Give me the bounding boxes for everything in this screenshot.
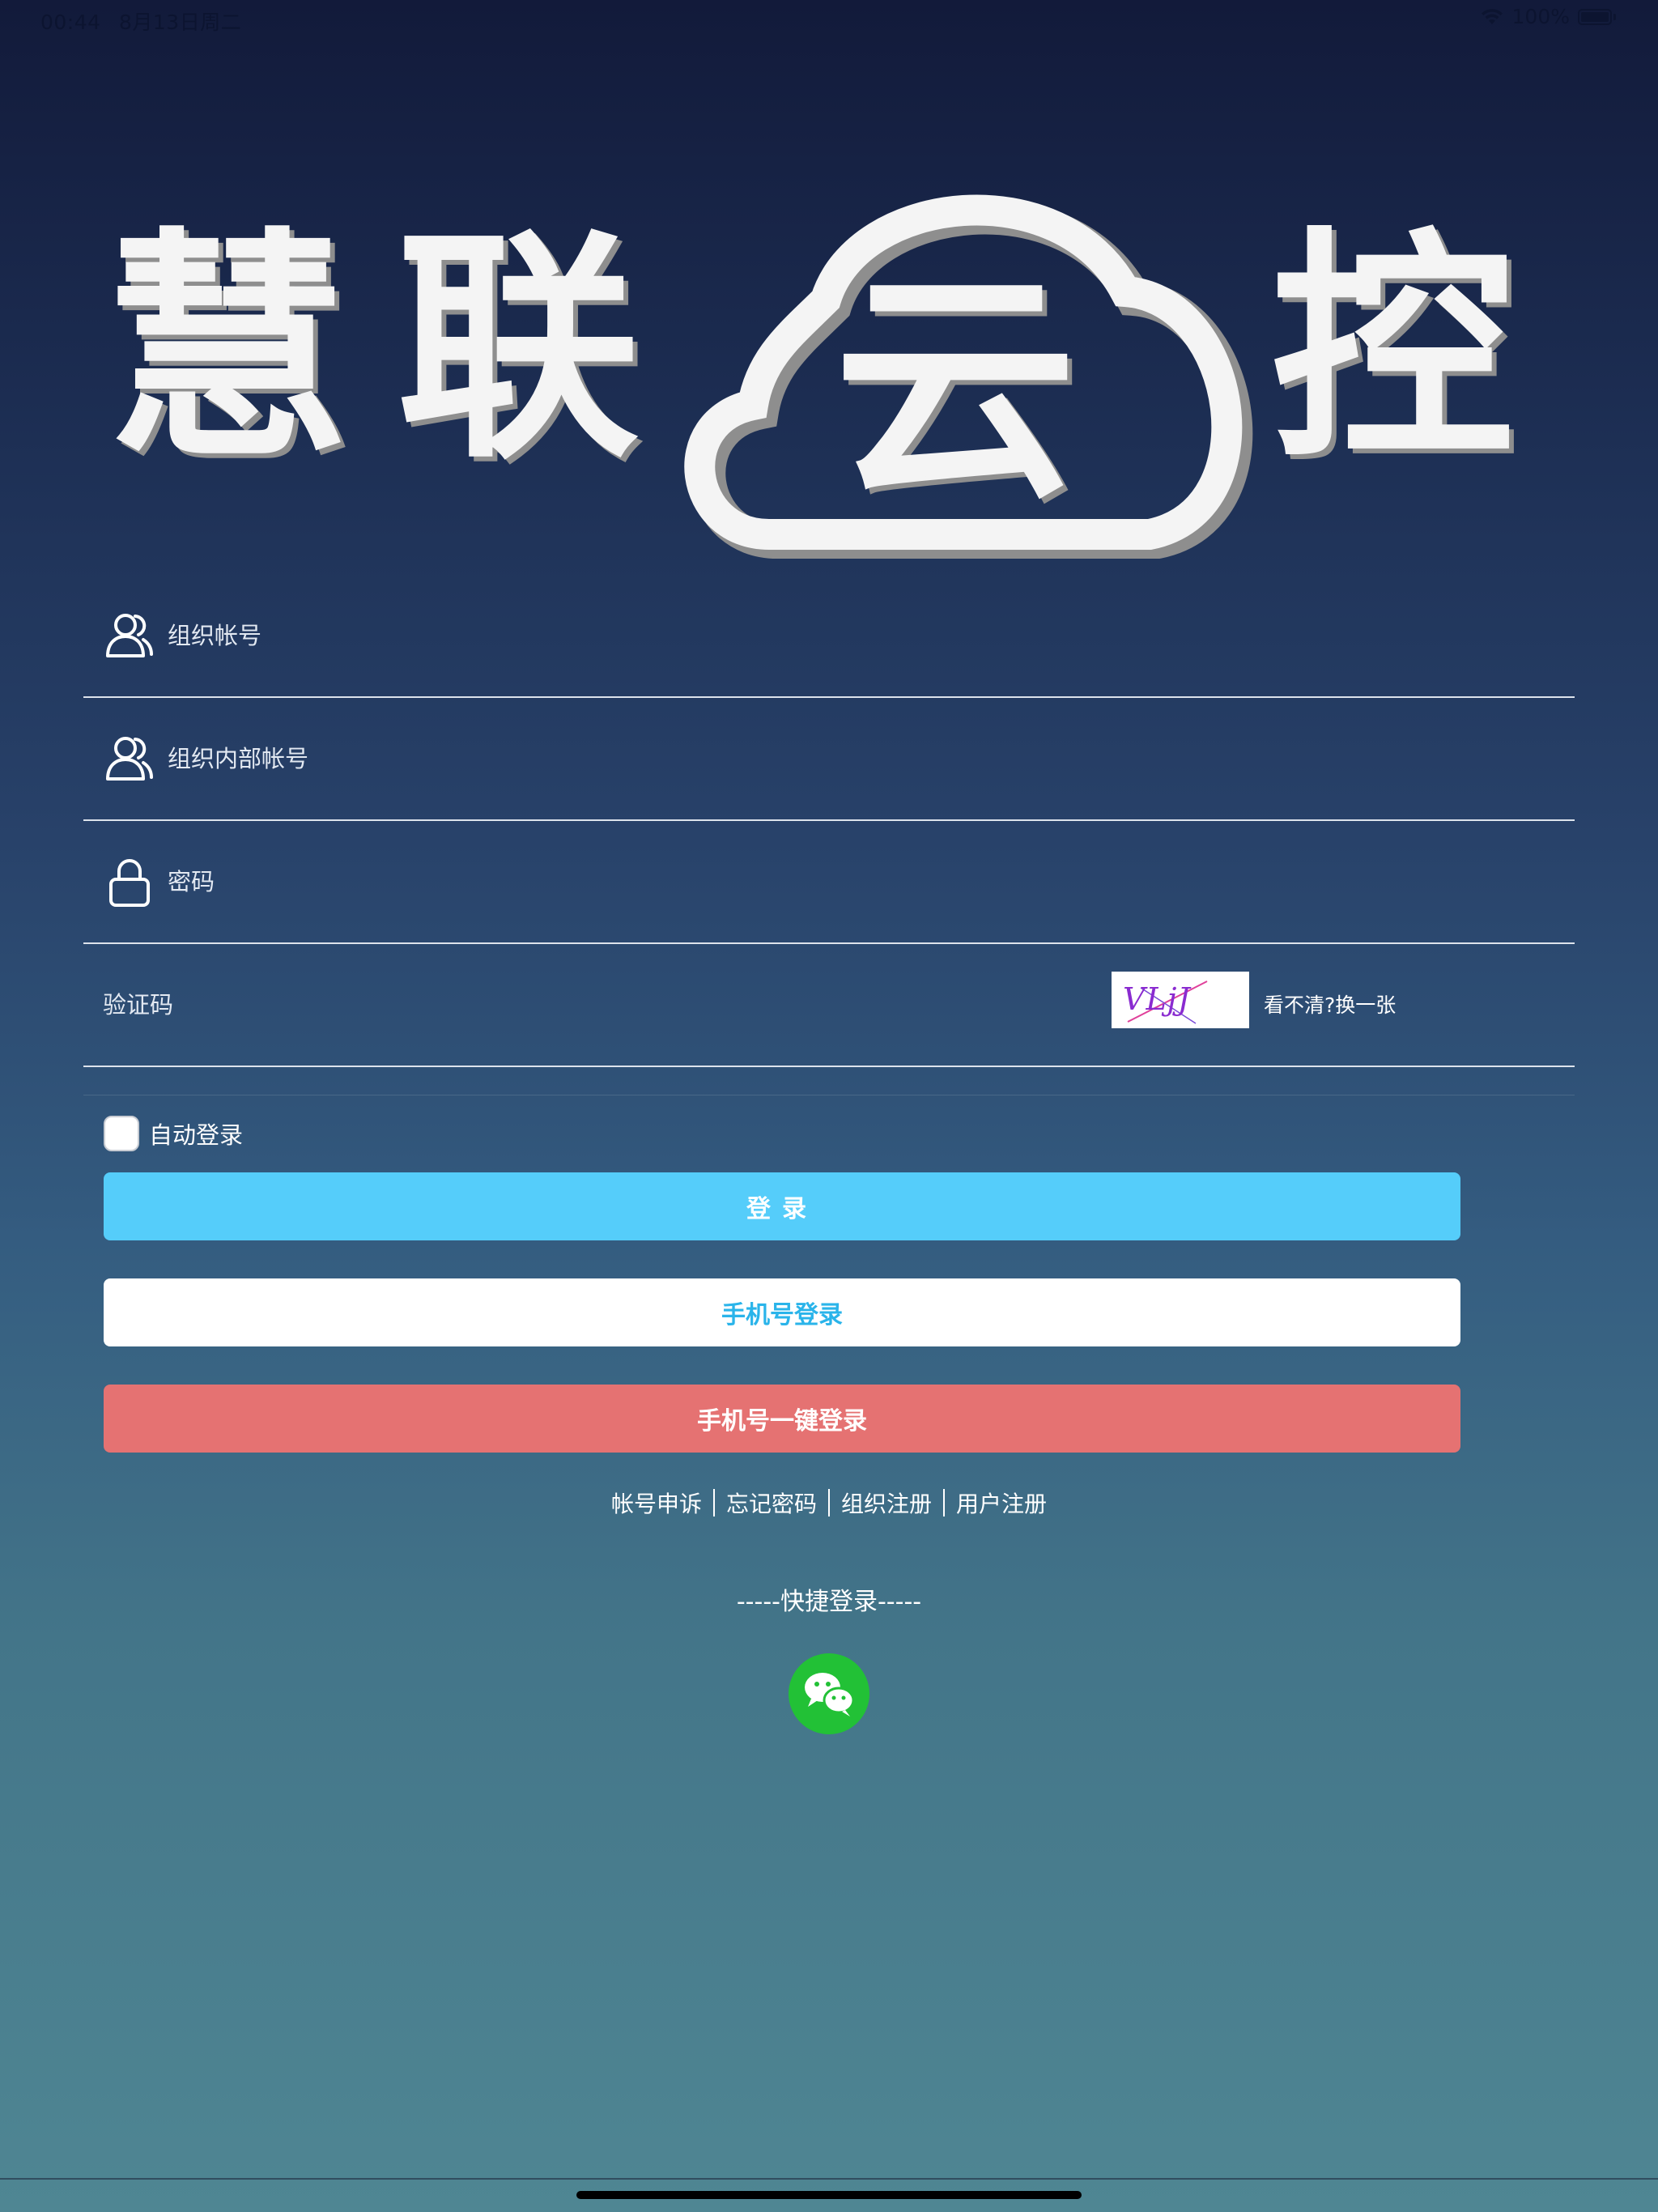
auto-login-row: 自动登录 bbox=[104, 1116, 243, 1151]
refresh-captcha-link[interactable]: 看不清?换一张 bbox=[1264, 989, 1396, 1019]
logo-char-1: 慧 bbox=[105, 205, 348, 491]
status-indicators: 100% bbox=[1480, 5, 1616, 28]
status-bar: 00:44 8月13日周二 100% bbox=[0, 0, 1658, 39]
password-input[interactable] bbox=[168, 857, 1503, 906]
forgot-password-link[interactable]: 忘记密码 bbox=[715, 1487, 828, 1519]
logo-char-2: 联 bbox=[397, 205, 640, 491]
status-time-date: 00:44 8月13日周二 bbox=[40, 6, 241, 36]
captcha-field: VLjJ 看不清?换一张 bbox=[83, 944, 1575, 1067]
user-group-icon bbox=[106, 614, 153, 657]
org-account-field bbox=[83, 575, 1575, 698]
auto-login-checkbox[interactable] bbox=[104, 1116, 139, 1151]
quick-login-title: -----快捷登录----- bbox=[736, 1588, 922, 1616]
battery-tip bbox=[1613, 13, 1616, 20]
org-register-link[interactable]: 组织注册 bbox=[830, 1487, 943, 1519]
user-register-link[interactable]: 用户注册 bbox=[945, 1487, 1058, 1519]
org-account-input[interactable] bbox=[168, 611, 1503, 660]
logo-char-4: 控 bbox=[1271, 205, 1514, 491]
one-key-login-button[interactable]: 手机号一键登录 bbox=[104, 1385, 1460, 1453]
captcha-input[interactable] bbox=[103, 981, 1099, 1029]
captcha-code: VLjJ bbox=[1123, 981, 1191, 1017]
auto-login-label: 自动登录 bbox=[149, 1121, 244, 1149]
password-field bbox=[83, 821, 1575, 944]
captcha-image[interactable]: VLjJ bbox=[1112, 972, 1249, 1028]
app-logo: 慧 联 云 控 bbox=[105, 178, 1562, 559]
status-date: 8月13日周二 bbox=[119, 11, 242, 34]
login-button[interactable]: 登录 bbox=[104, 1172, 1460, 1240]
internal-account-field bbox=[83, 698, 1575, 821]
home-indicator[interactable] bbox=[576, 2191, 1082, 2199]
logo-char-3: 云 bbox=[834, 245, 1077, 531]
wifi-icon bbox=[1481, 8, 1503, 24]
phone-login-button[interactable]: 手机号登录 bbox=[104, 1278, 1460, 1346]
battery-percent: 100% bbox=[1511, 5, 1570, 28]
internal-account-input[interactable] bbox=[168, 734, 1503, 783]
account-appeal-link[interactable]: 帐号申诉 bbox=[600, 1487, 713, 1519]
bottom-divider bbox=[0, 2178, 1658, 2180]
status-time: 00:44 bbox=[40, 11, 101, 34]
account-links: 帐号申诉 忘记密码 组织注册 用户注册 bbox=[0, 1487, 1658, 1519]
battery-icon bbox=[1578, 8, 1612, 25]
user-group-icon bbox=[106, 737, 153, 781]
lock-icon bbox=[109, 859, 150, 907]
wechat-icon bbox=[805, 1673, 855, 1716]
wechat-login-button[interactable] bbox=[789, 1653, 869, 1734]
